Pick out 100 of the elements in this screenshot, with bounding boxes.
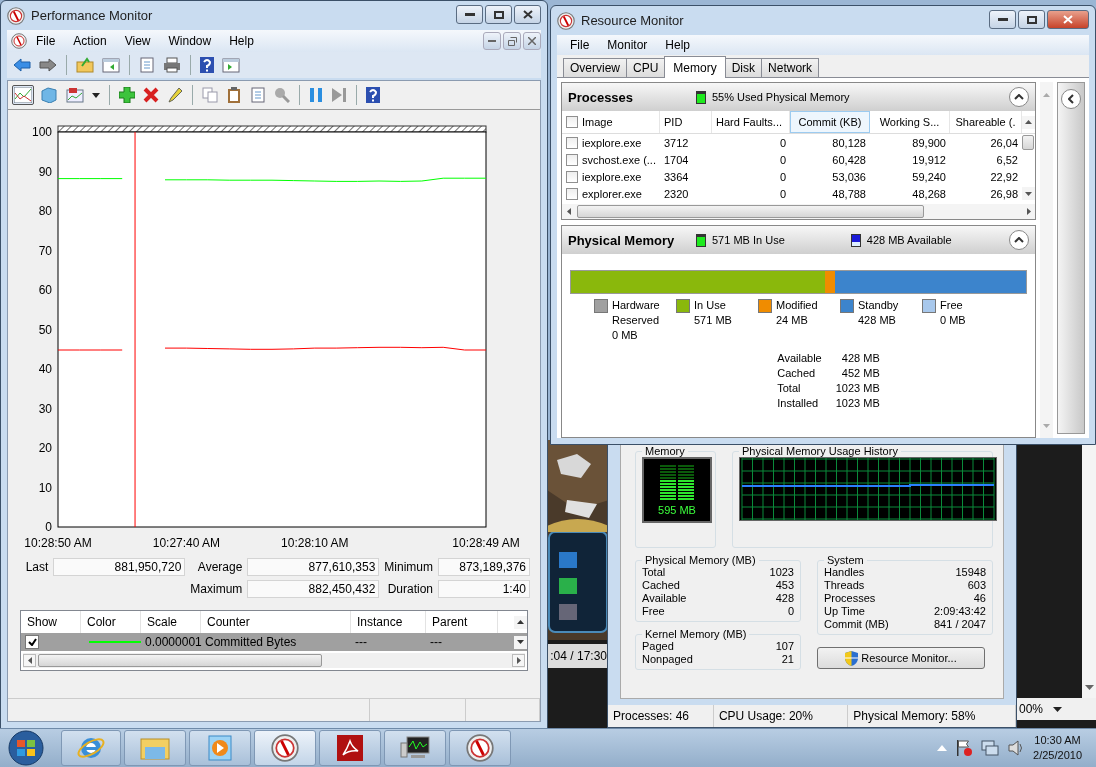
down-arrow-icon bbox=[1025, 191, 1032, 196]
menu-item[interactable]: Help bbox=[656, 38, 700, 52]
close-button[interactable] bbox=[1047, 10, 1089, 29]
freeze-button[interactable] bbox=[38, 85, 60, 105]
dropdown-button[interactable] bbox=[90, 90, 102, 100]
legend-label: Hardware Reserved bbox=[612, 298, 661, 328]
minimize-button[interactable] bbox=[483, 32, 501, 50]
process-row[interactable]: explorer.exe 2320 0 48,788 48,268 26,98 bbox=[562, 185, 1035, 202]
scroll-left-button[interactable] bbox=[23, 654, 36, 667]
maximize-button[interactable] bbox=[485, 5, 512, 24]
flag-icon[interactable] bbox=[955, 739, 974, 757]
collapse-button[interactable] bbox=[1009, 87, 1029, 107]
tab[interactable]: Memory bbox=[664, 56, 726, 78]
scroll-up-button[interactable] bbox=[514, 615, 527, 629]
expand-panel-button[interactable] bbox=[1061, 89, 1081, 109]
show-checkbox[interactable] bbox=[25, 635, 39, 649]
restore-button[interactable] bbox=[503, 32, 521, 50]
gauge-icon bbox=[271, 734, 299, 762]
table-cell-text: 59,240 bbox=[911, 170, 947, 183]
process-row[interactable]: iexplore.exe 3712 0 80,128 89,900 26,04 bbox=[562, 134, 1035, 151]
minimize-button[interactable] bbox=[456, 5, 483, 24]
scroll-down-button[interactable] bbox=[514, 635, 527, 649]
scroll-right-button[interactable] bbox=[512, 654, 525, 667]
menu-item[interactable]: Action bbox=[64, 34, 116, 48]
section-summary: 571 MB In Use bbox=[712, 234, 785, 246]
stat-value: 46 bbox=[972, 592, 986, 604]
table-cell-text: 26,04 bbox=[989, 136, 1019, 149]
tab[interactable]: Network bbox=[761, 58, 820, 77]
close-button[interactable] bbox=[514, 5, 541, 24]
pdf-reader-button[interactable] bbox=[319, 730, 381, 766]
tab[interactable]: Overview bbox=[563, 58, 627, 77]
table-cell-text: 19,912 bbox=[911, 153, 947, 166]
stat-value: 603 bbox=[966, 579, 986, 591]
stat-label: Up Time bbox=[824, 605, 866, 617]
browser-button[interactable] bbox=[61, 730, 121, 766]
status-text: Processes: 46 bbox=[608, 705, 714, 727]
table-cell-text: 0 bbox=[778, 187, 787, 200]
tab[interactable]: CPU bbox=[626, 58, 666, 77]
column-header[interactable]: PID bbox=[660, 111, 712, 133]
menu-item[interactable]: Monitor bbox=[598, 38, 657, 52]
graph-type-button[interactable] bbox=[64, 85, 86, 105]
select-all-checkbox[interactable] bbox=[566, 116, 578, 128]
maximize-button[interactable] bbox=[1018, 10, 1045, 29]
stat-label: Paged bbox=[642, 640, 675, 652]
x-axis-label: 10:28:10 AM bbox=[281, 536, 349, 550]
process-row[interactable]: svchost.exe (... 1704 0 60,428 19,912 6,52 bbox=[562, 151, 1035, 168]
clock-time[interactable]: 10:30 AM bbox=[1034, 733, 1081, 748]
column-header[interactable]: Image bbox=[562, 111, 660, 133]
menu-item[interactable]: Window bbox=[159, 34, 221, 48]
minimize-button[interactable] bbox=[989, 10, 1016, 29]
menu-item[interactable]: File bbox=[27, 34, 65, 48]
scroll-thumb[interactable] bbox=[1022, 135, 1034, 150]
performance-monitor-button[interactable] bbox=[449, 730, 511, 766]
print-button[interactable] bbox=[161, 55, 183, 75]
table-cell-text: 2320 bbox=[663, 187, 690, 200]
graph-view-button[interactable] bbox=[12, 85, 34, 105]
y-axis-label: 40 bbox=[38, 362, 52, 376]
row-checkbox[interactable] bbox=[566, 153, 578, 166]
table-cell-text: 22,92 bbox=[989, 170, 1019, 183]
scroll-down-button[interactable] bbox=[1022, 187, 1035, 200]
column-header[interactable]: Commit (KB) bbox=[790, 111, 870, 133]
resource-monitor-button[interactable]: Resource Monitor... bbox=[817, 647, 985, 669]
x-icon bbox=[143, 87, 159, 103]
collapse-button[interactable] bbox=[1009, 230, 1029, 250]
scroll-down-button[interactable] bbox=[1084, 685, 1094, 690]
stat-value: 1023 MB bbox=[835, 381, 880, 396]
counter-row[interactable]: 0.0000001 Committed Bytes --- --- bbox=[21, 633, 527, 651]
help-button[interactable] bbox=[198, 55, 216, 75]
menu-item[interactable]: View bbox=[115, 34, 160, 48]
dropdown-icon[interactable] bbox=[1053, 706, 1063, 712]
back-button[interactable] bbox=[11, 56, 33, 74]
stat-label: Available bbox=[777, 351, 822, 366]
add-button[interactable] bbox=[117, 85, 137, 105]
left-arrow-icon bbox=[13, 58, 31, 72]
forward-button[interactable] bbox=[37, 56, 59, 74]
row-checkbox[interactable] bbox=[566, 136, 578, 149]
scroll-thumb[interactable] bbox=[38, 654, 322, 667]
scroll-up-button[interactable] bbox=[1022, 115, 1035, 129]
stat-value: 107 bbox=[775, 640, 794, 652]
console-tree-button[interactable] bbox=[100, 55, 122, 75]
row-checkbox[interactable] bbox=[566, 187, 578, 200]
clock-date[interactable]: 2/25/2010 bbox=[1033, 748, 1082, 763]
delete-button[interactable] bbox=[141, 85, 161, 105]
highlight-button[interactable] bbox=[165, 85, 185, 105]
column-header[interactable]: Working S... bbox=[870, 111, 950, 133]
close-icon bbox=[522, 10, 533, 19]
performance-monitor-button[interactable] bbox=[254, 730, 316, 766]
help-button[interactable] bbox=[364, 85, 382, 105]
table-cell-text: 0.0000001 bbox=[144, 635, 201, 649]
process-row[interactable]: iexplore.exe 3364 0 53,036 59,240 22,92 bbox=[562, 168, 1035, 185]
row-checkbox[interactable] bbox=[566, 170, 578, 183]
close-button[interactable] bbox=[523, 32, 541, 50]
pause-button[interactable] bbox=[307, 85, 325, 105]
window-title: Resource Monitor bbox=[581, 13, 685, 28]
scroll-thumb[interactable] bbox=[577, 205, 924, 218]
menu-item[interactable]: File bbox=[561, 38, 599, 52]
network-icon[interactable] bbox=[981, 739, 1000, 757]
tab[interactable]: Disk bbox=[724, 58, 763, 77]
menu-item[interactable]: Help bbox=[220, 34, 263, 48]
resource-monitor-button[interactable] bbox=[384, 730, 446, 766]
